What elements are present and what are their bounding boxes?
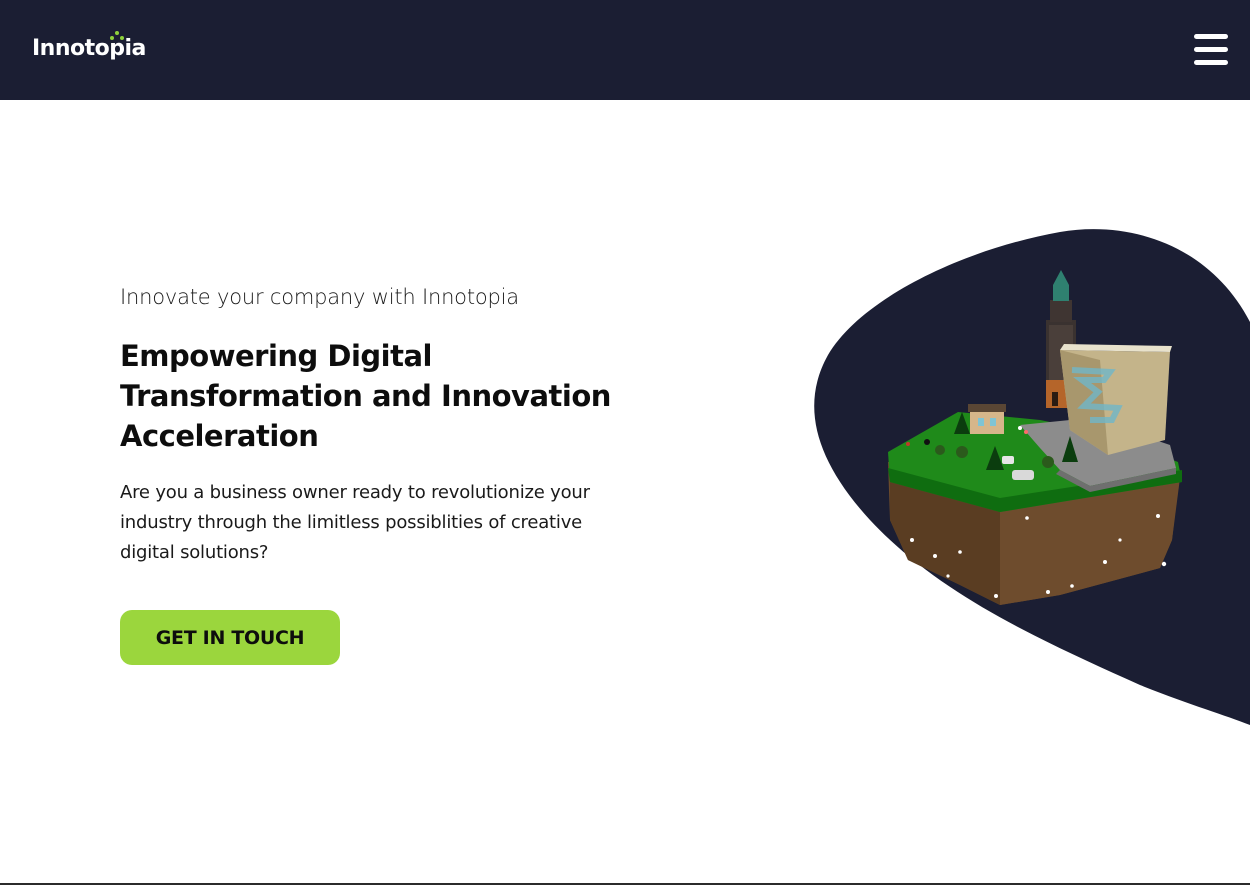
get-in-touch-button[interactable]: GET IN TOUCH <box>120 610 340 665</box>
logo-dots-icon <box>110 31 124 43</box>
hero-tagline: Innovate your company with Innotopia <box>120 285 519 309</box>
top-navigation-bar: Innotopia <box>0 0 1250 100</box>
logo-text: Innotopia <box>32 36 146 61</box>
hero-headline: Empowering Digital Transformation and In… <box>120 339 611 454</box>
hamburger-menu-icon[interactable] <box>1194 34 1230 66</box>
hero-description: Are you a business owner ready to revolu… <box>120 482 590 564</box>
hero-section: Innovate your company with Innotopia Emp… <box>120 285 640 568</box>
navy-blob-shape <box>814 229 1250 725</box>
floating-island-icon <box>888 270 1182 605</box>
logo[interactable]: Innotopia <box>32 31 146 61</box>
